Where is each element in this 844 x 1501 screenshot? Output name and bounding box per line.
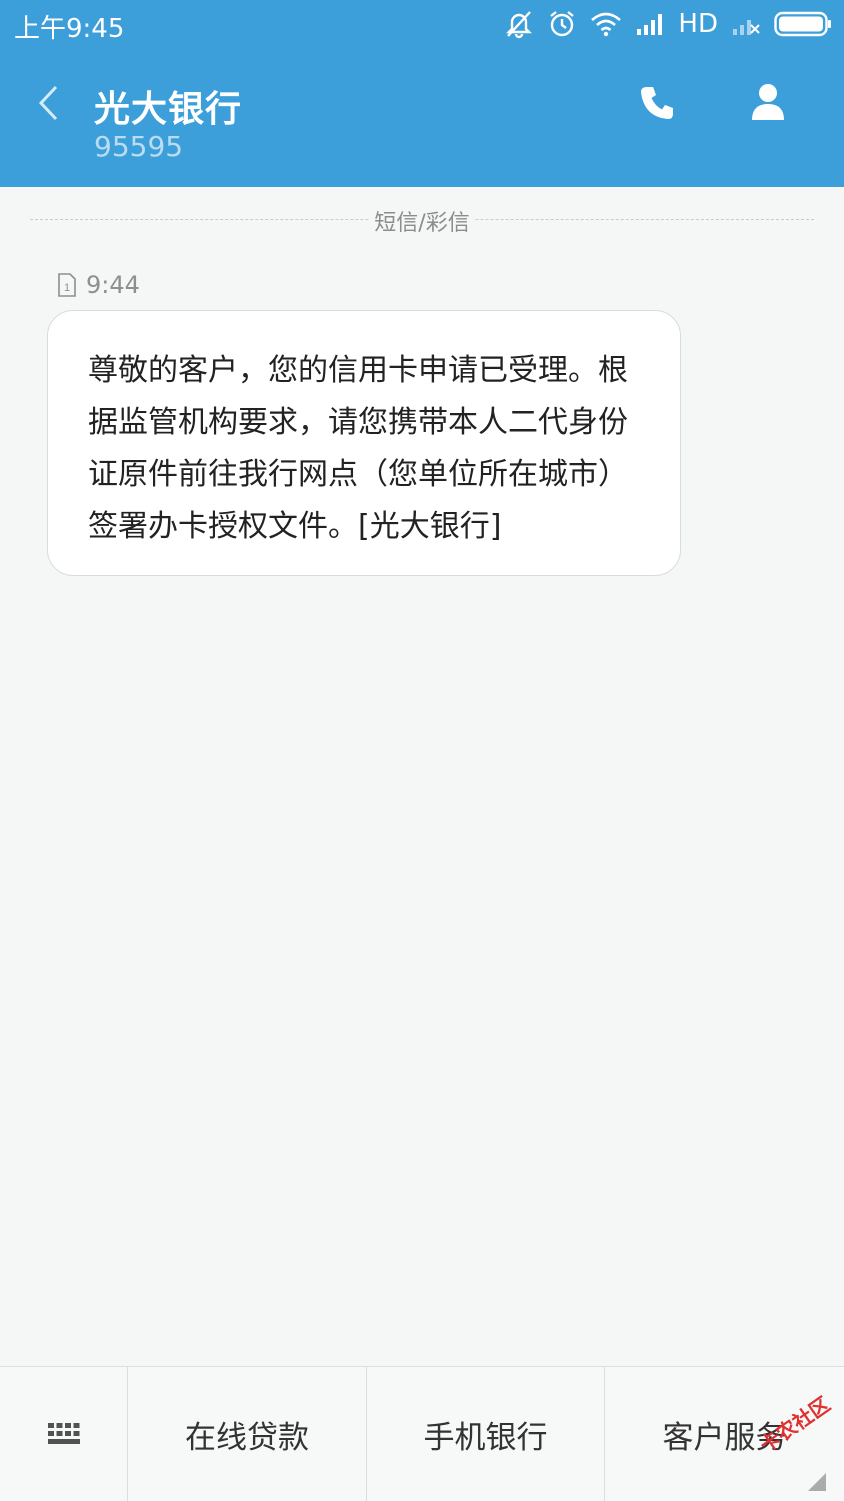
battery-icon <box>774 11 832 37</box>
keyboard-icon <box>47 1423 80 1444</box>
app-header: 上午9:45 HD 光大银行 95595 <box>0 0 844 187</box>
sim-card-icon: 1 <box>58 273 76 297</box>
keyboard-toggle-button[interactable] <box>0 1367 128 1501</box>
message-time: 9:44 <box>86 271 140 299</box>
wifi-icon <box>590 11 622 37</box>
contact-name: 光大银行 <box>94 89 243 130</box>
back-arrow-icon[interactable] <box>36 84 60 122</box>
menu-mobile-banking[interactable]: 手机银行 <box>367 1367 605 1501</box>
divider-label: 短信/彩信 <box>370 205 474 237</box>
alarm-icon <box>548 9 576 39</box>
mute-vibrate-icon <box>504 9 534 39</box>
menu-online-loan[interactable]: 在线贷款 <box>128 1367 367 1501</box>
bottom-menu-bar: 在线贷款 手机银行 客户服务 卡农社区 <box>0 1366 844 1501</box>
status-time: 上午9:45 <box>14 14 125 44</box>
phone-call-icon[interactable] <box>638 84 676 122</box>
signal-weak-icon <box>732 13 760 35</box>
status-icons: HD <box>504 8 832 40</box>
signal-icon <box>636 13 664 35</box>
network-label: HD <box>678 9 718 39</box>
menu-customer-service[interactable]: 客户服务 卡农社区 <box>605 1367 844 1501</box>
svg-text:1: 1 <box>64 282 70 294</box>
contact-number: 95595 <box>94 130 184 163</box>
contact-person-icon[interactable] <box>750 82 786 122</box>
submenu-indicator-icon <box>808 1473 826 1491</box>
message-bubble[interactable]: 尊敬的客户，您的信用卡申请已受理。根据监管机构要求，请您携带本人二代身份证原件前… <box>47 310 681 576</box>
